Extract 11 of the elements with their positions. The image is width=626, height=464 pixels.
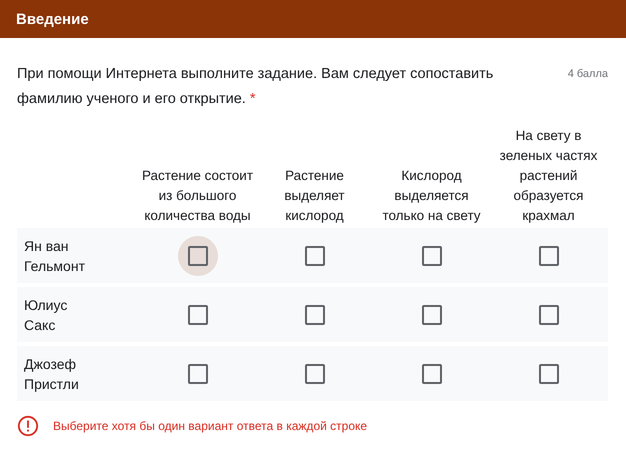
- row-label: Юлиус Сакс: [24, 296, 68, 332]
- error-message: Выберите хотя бы один вариант ответа в каждой строке: [53, 419, 368, 433]
- column-header: Растение состоит из большого количества воды: [142, 167, 254, 225]
- points-label: 4 балла: [568, 68, 608, 80]
- section-title: Введение: [16, 10, 89, 28]
- column-header: Кислород выделяется только на свету: [381, 167, 482, 225]
- question-text: При помощи Интернета выполните задание. Вам следует сопоставить фамилию ученого и его открытие. *: [17, 65, 494, 109]
- column-header: Растение выделяет кислород: [283, 167, 346, 225]
- row-label: Ян ван Гельмонт: [24, 238, 85, 274]
- column-header: На свету в зеленых частях растений образуется крахмал: [498, 127, 598, 225]
- row-label: Джозеф Пристли: [24, 356, 79, 392]
